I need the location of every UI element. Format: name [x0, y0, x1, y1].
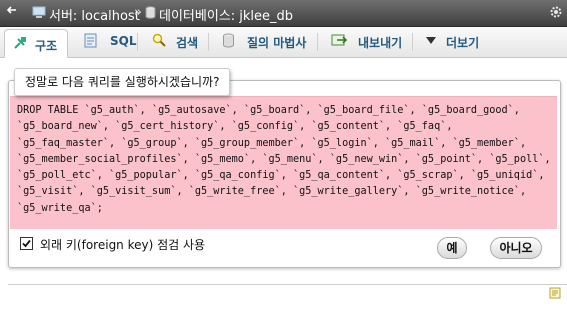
sql-icon: [84, 33, 97, 48]
breadcrumb-separator: »: [134, 5, 142, 20]
yes-button[interactable]: 예: [437, 237, 467, 259]
server-icon: [32, 6, 46, 18]
tab-structure[interactable]: 구조: [4, 29, 68, 58]
foreign-key-checkbox[interactable]: [20, 237, 33, 250]
tab-search-label: 검색: [176, 36, 199, 50]
no-button[interactable]: 아니오: [490, 237, 542, 259]
gear-icon[interactable]: [549, 5, 563, 19]
tab-search[interactable]: 검색: [141, 27, 209, 57]
tab-sql[interactable]: SQL: [74, 27, 138, 57]
chevron-down-icon: [426, 37, 436, 44]
tab-more-label: 더보기: [446, 36, 480, 50]
checkmark-icon: [22, 239, 31, 248]
tab-query-label: 질의 마법사: [247, 36, 307, 50]
tab-more[interactable]: 더보기: [416, 27, 496, 57]
tab-export[interactable]: 내보내기: [321, 27, 413, 57]
export-icon: [331, 34, 347, 46]
tab-sql-label: SQL: [110, 34, 137, 48]
dialog-title: 정말로 다음 쿼리를 실행하시겠습니까?: [14, 68, 231, 96]
divider: [8, 284, 567, 285]
database-icon: [145, 6, 156, 19]
tab-query[interactable]: 질의 마법사: [212, 27, 318, 57]
tab-structure-label: 구조: [35, 39, 58, 53]
breadcrumb-server[interactable]: 서버: localhost: [49, 5, 140, 24]
sql-query-text: DROP TABLE `g5_auth`, `g5_autosave`, `g5…: [17, 105, 551, 214]
note-icon[interactable]: [549, 287, 561, 299]
back-arrow-icon[interactable]: [6, 4, 18, 16]
foreign-key-label: 외래 키(foreign key) 점검 사용: [40, 238, 206, 252]
tab-bar: 구조 SQL 검색 질의 마법사 내보내기 더보기: [0, 27, 567, 58]
sql-query-box: DROP TABLE `g5_auth`, `g5_autosave`, `g5…: [10, 96, 557, 229]
tab-export-label: 내보내기: [358, 36, 403, 50]
query-icon: [223, 33, 234, 48]
top-breadcrumb-bar: 서버: localhost » 데이터베이스: jklee_db: [0, 0, 567, 27]
search-icon: [152, 33, 166, 47]
structure-icon: [14, 37, 26, 49]
breadcrumb-database[interactable]: 데이터베이스: jklee_db: [159, 5, 293, 24]
